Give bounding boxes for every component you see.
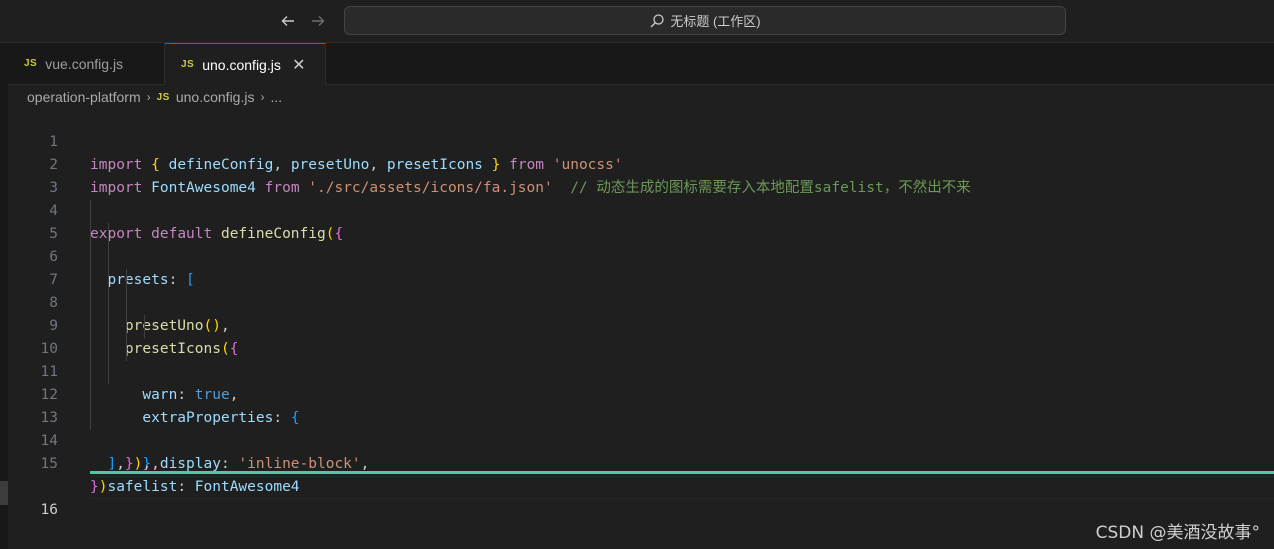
watermark: CSDN @美酒没故事° [1095,523,1260,543]
javascript-file-icon: JS [181,59,195,70]
line-number: 16 [40,502,58,518]
breadcrumb-folder[interactable]: operation-platform [27,89,141,105]
code-line[interactable]: 8 warn: true, [8,269,1274,403]
code-line[interactable]: 5 presets: [ [8,200,1274,288]
code-line[interactable]: 3 [8,154,1274,196]
indent-guide [108,338,109,361]
indent-guide [90,407,91,430]
chevron-right-icon: › [260,90,265,104]
code-editor[interactable]: 1 import { defineConfig, presetUno, pres… [8,108,1274,549]
code-line[interactable]: 4 export default defineConfig({ [8,177,1274,242]
tab-uno-config[interactable]: JS uno.config.js ✕ [165,43,326,85]
code-line[interactable]: 11 }, [8,338,1274,472]
activity-marker [0,481,8,505]
code-line[interactable]: 6 presetUno(), [8,223,1274,334]
indent-guide [108,269,109,292]
arrow-left-icon[interactable] [276,9,300,33]
indent-guide [90,338,91,361]
breadcrumb: operation-platform › JS uno.config.js › … [27,86,282,108]
indent-guide [90,269,91,292]
indent-guide [126,269,127,292]
indent-guide [90,246,91,269]
breadcrumb-symbol[interactable]: ... [270,89,282,105]
indent-guide [108,223,109,246]
arrow-right-icon[interactable] [306,9,330,33]
chevron-right-icon: › [146,90,151,104]
indent-guide [126,292,127,315]
tab-vue-config[interactable]: JS vue.config.js [8,43,165,84]
indent-guide [90,200,91,223]
search-icon [649,13,665,29]
indent-guide [90,292,91,315]
code-line[interactable]: 12 }), [8,361,1274,472]
indent-guide [126,315,127,338]
code-line[interactable]: 13 ], [8,384,1274,472]
indent-guide [108,292,109,315]
title-bar: 无标题 (工作区) [0,0,1274,43]
tab-label: uno.config.js [202,56,281,73]
indent-guide [90,223,91,246]
code-line[interactable]: 1 import { defineConfig, presetUno, pres… [8,108,1274,173]
code-line[interactable]: 15 }) [8,430,1274,495]
indent-guide [90,361,91,384]
indent-guide [90,315,91,338]
tab-label: vue.config.js [45,55,124,72]
close-icon[interactable]: ✕ [291,55,307,75]
code-line[interactable]: 14 safelist: FontAwesome4 [8,407,1274,495]
javascript-file-icon: JS [24,58,38,69]
current-line-highlight [90,476,1274,499]
code-line[interactable]: 2 import FontAwesome4 from './src/assets… [8,131,1274,196]
indent-guide [126,338,127,361]
indent-guide [90,384,91,407]
tab-bar: JS vue.config.js JS uno.config.js ✕ [8,43,1274,85]
code-line[interactable]: 7 presetIcons({ [8,246,1274,357]
accent-bar [90,471,1274,474]
indent-guide [108,361,109,384]
breadcrumb-file[interactable]: uno.config.js [176,89,255,105]
indent-guide [144,315,145,338]
code-line[interactable]: 9 extraProperties: { [8,292,1274,426]
activity-strip [0,43,8,549]
indent-guide [108,315,109,338]
code-line[interactable]: 10 display: 'inline-block', [8,315,1274,472]
javascript-file-icon: JS [156,91,170,103]
command-center-search[interactable]: 无标题 (工作区) [344,6,1066,35]
command-center-text: 无标题 (工作区) [670,14,761,29]
indent-guide [108,246,109,269]
